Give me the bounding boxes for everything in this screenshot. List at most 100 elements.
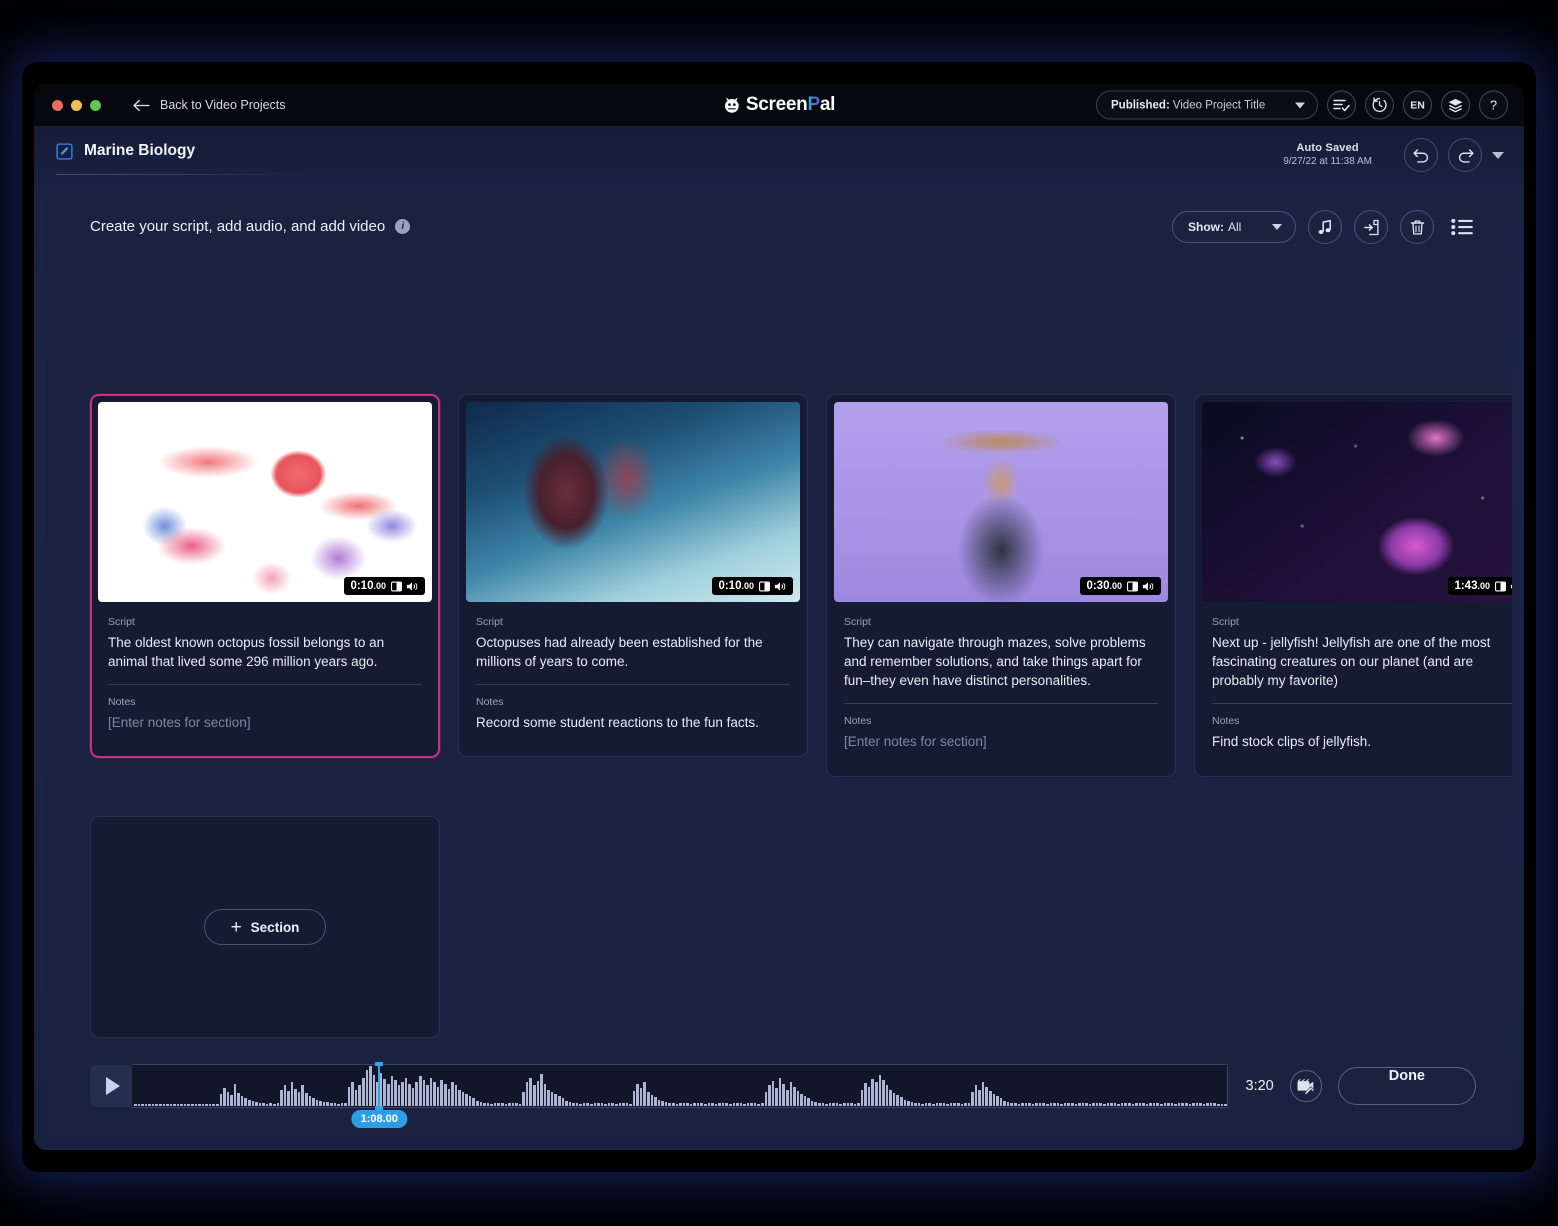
add-music-button[interactable] xyxy=(1308,210,1342,244)
duration-frames: .00 xyxy=(1109,581,1122,591)
published-project-dropdown[interactable]: Published: Video Project Title xyxy=(1096,90,1318,120)
project-title-block[interactable]: Marine Biology xyxy=(56,142,195,160)
script-text[interactable]: Octopuses had already been established f… xyxy=(476,633,790,671)
waveform-bar xyxy=(953,1102,956,1106)
waveform-bar xyxy=(785,1089,789,1106)
waveform-track[interactable]: 1:08.00 xyxy=(132,1062,1228,1128)
add-section-button[interactable]: + Section xyxy=(203,909,327,945)
waveform-bar xyxy=(158,1104,162,1106)
notes-text[interactable]: [Enter notes for section] xyxy=(108,713,422,756)
brand-part-3: al xyxy=(819,94,836,115)
waveform-bar xyxy=(351,1082,354,1106)
back-to-video-projects-link[interactable]: Back to Video Projects xyxy=(133,98,286,112)
waveform-bar xyxy=(479,1101,483,1106)
script-text[interactable]: The oldest known octopus fossil belongs … xyxy=(108,633,422,671)
waveform-bar xyxy=(835,1103,839,1106)
waveform-bar xyxy=(294,1088,297,1106)
waveform-bar xyxy=(301,1085,304,1106)
waveform-bar xyxy=(575,1103,579,1106)
waveform-bar xyxy=(233,1084,237,1106)
duration-frames: .00 xyxy=(1477,581,1490,591)
section-card-list: 0:10.00 Script The oldest known octopus fo… xyxy=(90,394,1512,777)
add-section-placeholder[interactable]: + Section xyxy=(90,816,440,1038)
waveform-bar xyxy=(689,1103,693,1106)
waveform-bar xyxy=(593,1103,597,1106)
script-text[interactable]: They can navigate through mazes, solve p… xyxy=(844,633,1158,690)
section-body: Script They can navigate through mazes, s… xyxy=(834,602,1168,776)
plus-icon: + xyxy=(230,916,242,938)
waveform-bar xyxy=(789,1082,793,1106)
version-history-button[interactable] xyxy=(1365,90,1394,120)
info-icon[interactable]: i xyxy=(395,219,411,234)
waveform-bar xyxy=(465,1094,468,1106)
layers-button[interactable] xyxy=(1441,90,1470,120)
help-button[interactable]: ? xyxy=(1479,90,1508,120)
waveform-bar xyxy=(999,1098,1003,1106)
language-button[interactable]: EN xyxy=(1403,90,1432,120)
waveform-bar xyxy=(155,1104,158,1106)
more-options-chevron-icon[interactable] xyxy=(1492,151,1504,159)
redo-button[interactable] xyxy=(1448,138,1482,172)
waveform-bar xyxy=(907,1100,910,1106)
waveform-bar xyxy=(996,1096,999,1106)
waveform-bar xyxy=(750,1102,753,1106)
waveform-bar xyxy=(1031,1103,1035,1106)
notes-text[interactable]: [Enter notes for section] xyxy=(844,732,1158,775)
waveform-bar xyxy=(981,1082,985,1106)
waveform-bar xyxy=(230,1095,233,1106)
waveform-bar xyxy=(198,1103,201,1106)
waveform-bar xyxy=(554,1094,557,1106)
waveform-bar xyxy=(1163,1103,1167,1106)
editor-panel: Create your script, add audio, and add v… xyxy=(46,196,1512,1138)
section-thumbnail[interactable]: 0:10.00 xyxy=(466,402,800,602)
waveform-bar xyxy=(1099,1103,1102,1106)
maximize-window-button[interactable] xyxy=(90,99,101,111)
thumbnail-image xyxy=(1202,402,1512,602)
close-window-button[interactable] xyxy=(52,99,63,111)
playhead[interactable]: 1:08.00 xyxy=(351,1062,407,1128)
section-thumbnail[interactable]: 1:43.00 xyxy=(1202,402,1512,602)
done-button[interactable]: Done xyxy=(1337,1067,1476,1105)
section-card[interactable]: 0:10.00 Script The oldest known octopus fo… xyxy=(90,394,440,759)
waveform-bar xyxy=(803,1096,807,1106)
waveform-bar xyxy=(386,1084,390,1106)
section-card[interactable]: 1:43.00 Script Next up - jellyfish! Jellyf… xyxy=(1194,394,1512,777)
waveform-bar xyxy=(550,1091,554,1106)
waveform-bar xyxy=(568,1101,572,1106)
minimize-window-button[interactable] xyxy=(71,99,82,111)
section-thumbnail[interactable]: 0:10.00 xyxy=(98,402,432,602)
window-controls[interactable] xyxy=(52,99,101,111)
waveform-bar xyxy=(664,1101,668,1106)
notes-label: Notes xyxy=(108,696,136,709)
waveform-bar xyxy=(280,1089,283,1106)
edit-video-button[interactable] xyxy=(1289,1070,1322,1102)
waveform-bar xyxy=(248,1099,251,1106)
waveform-bar xyxy=(842,1103,846,1106)
redo-icon xyxy=(1458,148,1474,163)
duration-value: 0:10 xyxy=(350,580,374,592)
checklist-button[interactable] xyxy=(1327,90,1356,120)
waveform-bar xyxy=(896,1095,899,1106)
panel-heading: Create your script, add audio, and add v… xyxy=(90,218,411,235)
waveform-bar xyxy=(885,1085,889,1106)
waveform-bar xyxy=(372,1074,376,1106)
undo-button[interactable] xyxy=(1404,138,1438,172)
notes-text[interactable]: Record some student reactions to the fun… xyxy=(476,713,790,756)
arrow-left-icon xyxy=(133,99,150,111)
section-card[interactable]: 0:30.00 Script They can navigate through m… xyxy=(826,394,1176,777)
section-card[interactable]: 0:10.00 Script Octopuses had already been … xyxy=(458,394,808,758)
waveform-bar xyxy=(215,1104,219,1106)
section-thumbnail[interactable]: 0:30.00 xyxy=(834,402,1168,602)
notes-text[interactable]: Find stock clips of jellyfish. xyxy=(1212,732,1512,775)
show-filter-dropdown[interactable]: Show: All xyxy=(1172,211,1296,243)
checklist-icon xyxy=(1333,99,1350,112)
script-text[interactable]: Next up - jellyfish! Jellyfish are one o… xyxy=(1212,633,1512,690)
script-label: Script xyxy=(1212,616,1239,628)
layers-icon xyxy=(1448,98,1463,112)
play-button[interactable] xyxy=(90,1065,132,1107)
import-button[interactable] xyxy=(1354,210,1388,244)
waveform-bar xyxy=(1160,1103,1163,1106)
list-view-button[interactable] xyxy=(1448,213,1476,241)
delete-button[interactable] xyxy=(1400,210,1434,244)
audio-timeline: 1:08.00 3:20 Done xyxy=(90,1062,1476,1128)
